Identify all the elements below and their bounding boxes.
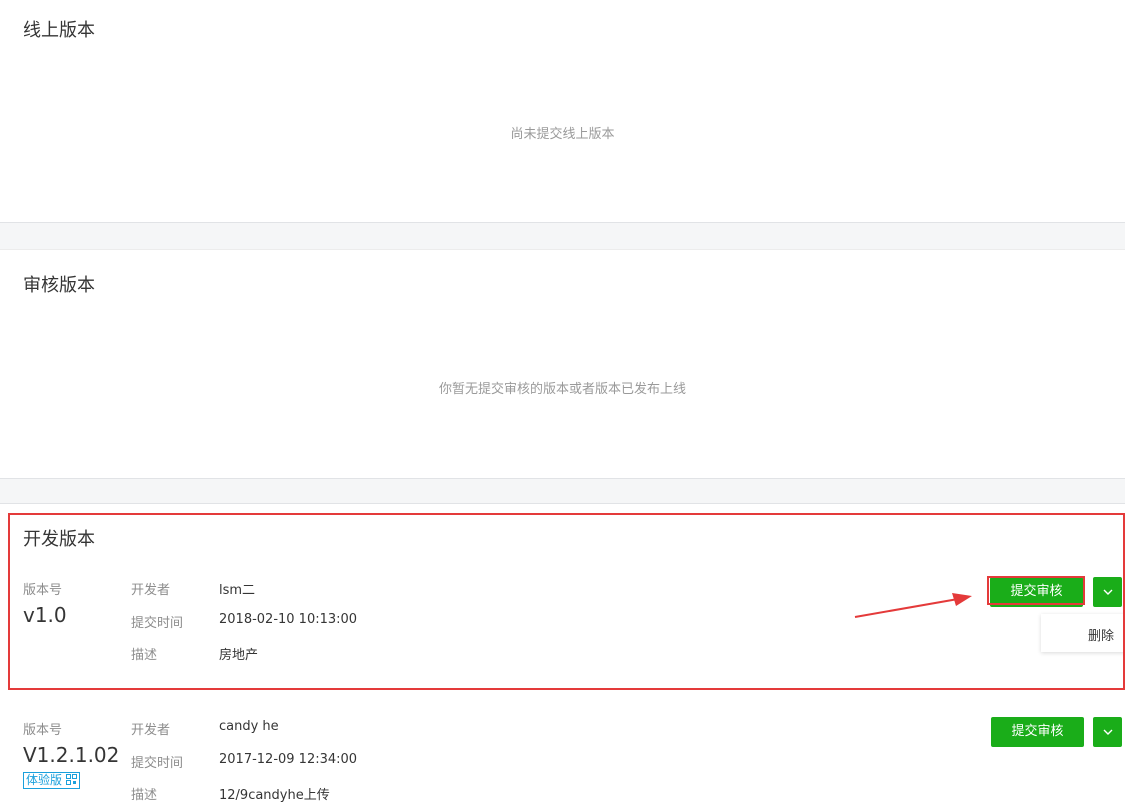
trial-version-tag[interactable]: 体验版 xyxy=(23,772,80,789)
description-label: 描述 xyxy=(131,788,158,803)
tag-label: 体验版 xyxy=(26,773,63,787)
version-number: V1.2.1.02 xyxy=(23,743,120,767)
online-version-title: 线上版本 xyxy=(23,20,95,41)
dev-version-highlight xyxy=(8,513,1125,690)
qrcode-icon xyxy=(65,774,77,785)
review-empty-tip: 你暂无提交审核的版本或者版本已发布上线 xyxy=(438,382,686,397)
submit-time-label: 提交时间 xyxy=(131,756,184,771)
online-version-section: 线上版本 尚未提交线上版本 xyxy=(0,0,1125,223)
developer-value: candy he xyxy=(219,719,279,734)
review-version-title: 审核版本 xyxy=(23,275,95,296)
online-empty-tip: 尚未提交线上版本 xyxy=(510,127,615,142)
version-label: 版本号 xyxy=(23,723,63,738)
developer-label: 开发者 xyxy=(131,723,171,738)
chevron-down-icon xyxy=(1103,729,1112,735)
submit-review-button[interactable]: 提交审核 xyxy=(991,717,1084,747)
more-actions-button[interactable] xyxy=(1093,717,1122,747)
submit-time-value: 2017-12-09 12:34:00 xyxy=(219,752,358,767)
description-value: 12/9candyhe上传 xyxy=(219,788,330,803)
review-version-section: 审核版本 你暂无提交审核的版本或者版本已发布上线 xyxy=(0,249,1125,479)
